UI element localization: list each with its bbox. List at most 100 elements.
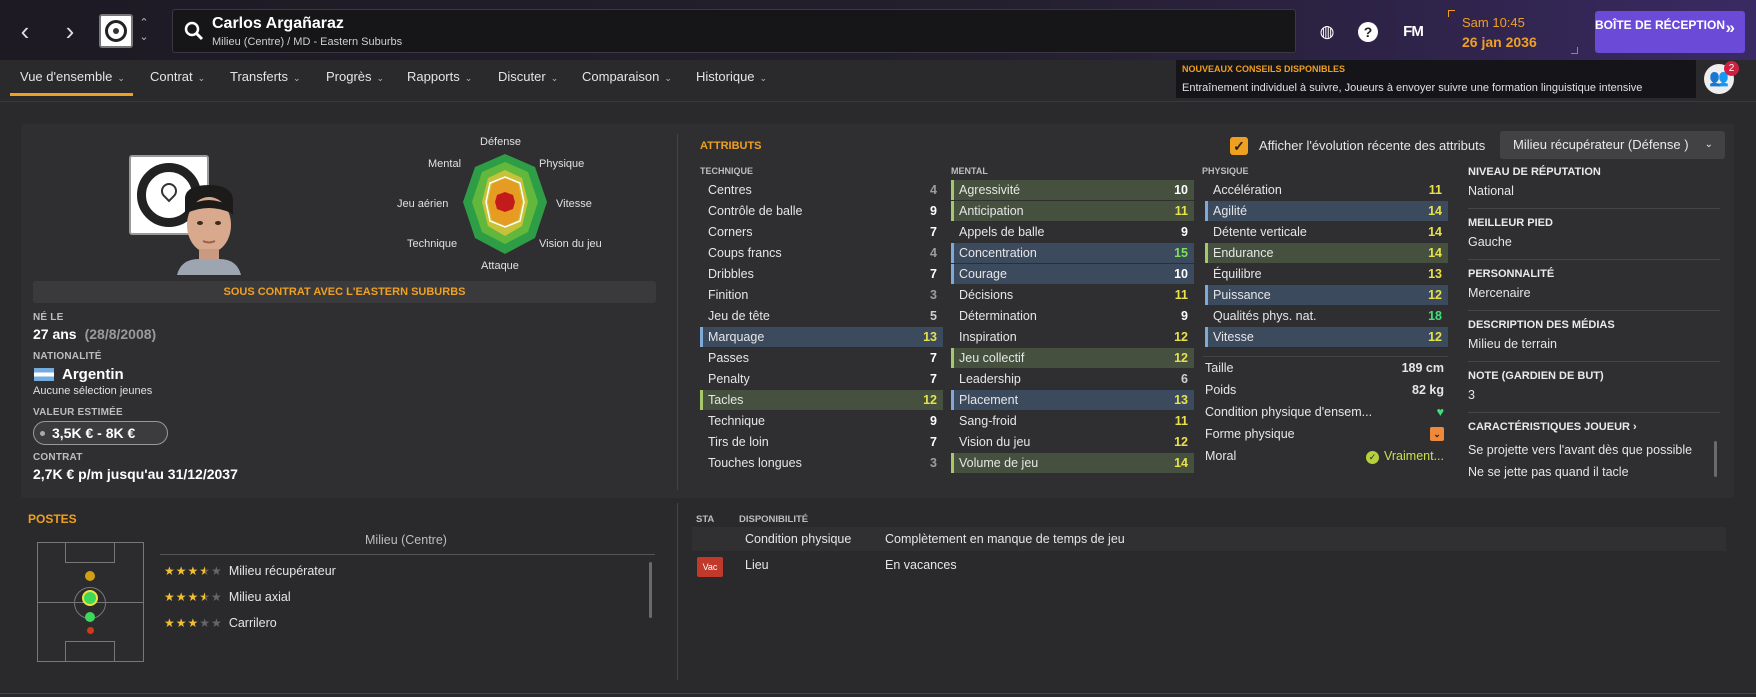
value-label: VALEUR ESTIMÉE bbox=[33, 407, 123, 418]
roles-scrollbar[interactable] bbox=[649, 562, 652, 618]
traits-scrollbar[interactable] bbox=[1714, 441, 1717, 477]
attribute-row[interactable]: Appels de balle 9 bbox=[951, 222, 1194, 242]
born-label: NÉ LE bbox=[33, 312, 64, 323]
attribute-row[interactable]: Technique 9 bbox=[700, 411, 943, 431]
attribute-row[interactable]: Tirs de loin 7 bbox=[700, 432, 943, 452]
attribute-row[interactable]: Coups francs 4 bbox=[700, 243, 943, 263]
attribute-row[interactable]: Sang-froid 11 bbox=[951, 411, 1194, 431]
nationality-value[interactable]: Argentin bbox=[62, 366, 124, 383]
attribute-row[interactable]: Corners 7 bbox=[700, 222, 943, 242]
attribute-name: Détermination bbox=[959, 309, 1037, 323]
attribute-row[interactable]: Anticipation 11 bbox=[951, 201, 1194, 221]
attribute-row[interactable]: Endurance 14 bbox=[1205, 243, 1448, 263]
birthdate: (28/8/2008) bbox=[84, 326, 157, 342]
technique-header: TECHNIQUE bbox=[700, 166, 754, 176]
availability-label: Condition physique bbox=[745, 532, 852, 546]
fm-menu-button[interactable]: FM bbox=[1398, 18, 1428, 46]
player-name: Carlos Argañaraz bbox=[212, 15, 344, 32]
show-evolution-checkbox[interactable]: ✓ bbox=[1230, 137, 1248, 155]
inbox-label: BOÎTE DE RÉCEPTION bbox=[1595, 18, 1726, 32]
player-header-box[interactable]: Carlos Argañaraz Milieu (Centre) / MD - … bbox=[172, 9, 1296, 53]
tab-history[interactable]: Historique ⌄ bbox=[696, 60, 767, 94]
attribute-row[interactable]: Vision du jeu 12 bbox=[951, 432, 1194, 452]
attribute-row[interactable]: Qualités phys. nat. 18 bbox=[1205, 306, 1448, 326]
attribute-row[interactable]: Agilité 14 bbox=[1205, 201, 1448, 221]
attribute-row[interactable]: Accélération 11 bbox=[1205, 180, 1448, 200]
attribute-row[interactable]: Concentration 15 bbox=[951, 243, 1194, 263]
attribute-row[interactable]: Passes 7 bbox=[700, 348, 943, 368]
attribute-row[interactable]: Placement 13 bbox=[951, 390, 1194, 410]
star-rating-icon: ★★★★★ bbox=[164, 616, 223, 630]
attribute-row[interactable]: Puissance 12 bbox=[1205, 285, 1448, 305]
role-row[interactable]: ★★★★★ Carrilero bbox=[164, 612, 277, 634]
form-row[interactable]: Forme physique ⌄ bbox=[1205, 424, 1450, 444]
role-row[interactable]: ★★★★★ Milieu récupérateur bbox=[164, 560, 336, 582]
attribute-name: Endurance bbox=[1213, 246, 1274, 260]
media-value: Milieu de terrain bbox=[1468, 337, 1557, 351]
search-icon[interactable] bbox=[183, 20, 205, 42]
back-button[interactable]: ‹ bbox=[11, 14, 39, 48]
role-row[interactable]: ★★★★★ Milieu axial bbox=[164, 586, 291, 608]
attribute-row[interactable]: Touches longues 3 bbox=[700, 453, 943, 473]
attribute-value: 7 bbox=[930, 225, 937, 239]
attribute-row[interactable]: Jeu de tête 5 bbox=[700, 306, 943, 326]
attribute-radar-chart[interactable]: Défense Physique Vitesse Vision du jeu A… bbox=[388, 136, 618, 276]
divider bbox=[677, 134, 678, 490]
player-switch-arrows[interactable]: ⌃ ⌄ bbox=[137, 16, 151, 44]
help-icon[interactable]: ? bbox=[1358, 22, 1378, 42]
attribute-row[interactable]: Détermination 9 bbox=[951, 306, 1194, 326]
attribute-name: Anticipation bbox=[959, 204, 1024, 218]
attribute-row[interactable]: Contrôle de balle 9 bbox=[700, 201, 943, 221]
personality-label: PERSONNALITÉ bbox=[1468, 268, 1555, 280]
attribute-row[interactable]: Dribbles 7 bbox=[700, 264, 943, 284]
tab-discuss[interactable]: Discuter ⌄ bbox=[498, 60, 558, 94]
role-name: Milieu récupérateur bbox=[228, 564, 336, 578]
availability-row[interactable]: Vac Lieu En vacances bbox=[692, 553, 1726, 577]
attribute-row[interactable]: Courage 10 bbox=[951, 264, 1194, 284]
attribute-row[interactable]: Jeu collectif 12 bbox=[951, 348, 1194, 368]
attribute-row[interactable]: Détente verticale 14 bbox=[1205, 222, 1448, 242]
attribute-row[interactable]: Leadership 6 bbox=[951, 369, 1194, 389]
tab-overview[interactable]: Vue d'ensemble ⌄ bbox=[10, 60, 133, 96]
inbox-button[interactable]: BOÎTE DE RÉCEPTION » bbox=[1595, 11, 1745, 53]
chevron-down-icon: ⌄ bbox=[464, 73, 473, 83]
attributes-title: ATTRIBUTS bbox=[700, 140, 762, 152]
condition-row[interactable]: Condition physique d'ensem... ♥ bbox=[1205, 402, 1450, 422]
attribute-row[interactable]: Vitesse 12 bbox=[1205, 327, 1448, 347]
advice-banner[interactable]: NOUVEAUX CONSEILS DISPONIBLES Entraîneme… bbox=[1176, 60, 1696, 98]
attribute-row[interactable]: Penalty 7 bbox=[700, 369, 943, 389]
forward-button[interactable]: › bbox=[56, 14, 84, 48]
attribute-row[interactable]: Agressivité 10 bbox=[951, 180, 1194, 200]
attribute-value: 13 bbox=[1428, 267, 1442, 281]
tab-comparison[interactable]: Comparaison ⌄ bbox=[582, 60, 672, 94]
attribute-row[interactable]: Finition 3 bbox=[700, 285, 943, 305]
position-pitch-diagram[interactable] bbox=[37, 542, 144, 662]
attribute-row[interactable]: Centres 4 bbox=[700, 180, 943, 200]
tab-reports[interactable]: Rapports ⌄ bbox=[407, 60, 472, 94]
attribute-row[interactable]: Inspiration 12 bbox=[951, 327, 1194, 347]
tab-progress[interactable]: Progrès ⌄ bbox=[326, 60, 384, 94]
attribute-row[interactable]: Équilibre 13 bbox=[1205, 264, 1448, 284]
height-row: Taille 189 cm bbox=[1205, 361, 1444, 375]
morale-row[interactable]: Moral ✓ Vraiment... bbox=[1205, 446, 1450, 466]
attribute-row[interactable]: Tacles 12 bbox=[700, 390, 943, 410]
traits-link[interactable]: CARACTÉRISTIQUES JOUEUR › bbox=[1468, 421, 1637, 433]
gk-rating-label: NOTE (GARDIEN DE BUT) bbox=[1468, 370, 1604, 382]
estimated-value-pill[interactable]: 3,5K € - 8K € bbox=[33, 421, 168, 445]
club-crest-icon[interactable] bbox=[99, 14, 133, 48]
weight-row: Poids 82 kg bbox=[1205, 383, 1444, 397]
availability-row[interactable]: Condition physique Complètement en manque… bbox=[692, 527, 1726, 551]
tab-contract[interactable]: Contrat ⌄ bbox=[150, 60, 205, 94]
attribute-name: Concentration bbox=[959, 246, 1037, 260]
chevron-down-icon: ⌄ bbox=[1704, 139, 1713, 150]
attribute-row[interactable]: Volume de jeu 14 bbox=[951, 453, 1194, 473]
postes-title: POSTES bbox=[28, 512, 77, 526]
game-clock[interactable]: Sam 10:45 26 jan 2036 bbox=[1448, 10, 1578, 54]
role-dropdown[interactable]: Milieu récupérateur (Défense ) ⌄ bbox=[1500, 131, 1725, 159]
tab-transfers[interactable]: Transferts ⌄ bbox=[230, 60, 301, 94]
attribute-value: 7 bbox=[930, 372, 937, 386]
attribute-row[interactable]: Marquage 13 bbox=[700, 327, 943, 347]
globe-icon[interactable]: ◍ bbox=[1313, 18, 1341, 46]
attribute-row[interactable]: Décisions 11 bbox=[951, 285, 1194, 305]
attribute-value: 7 bbox=[930, 267, 937, 281]
